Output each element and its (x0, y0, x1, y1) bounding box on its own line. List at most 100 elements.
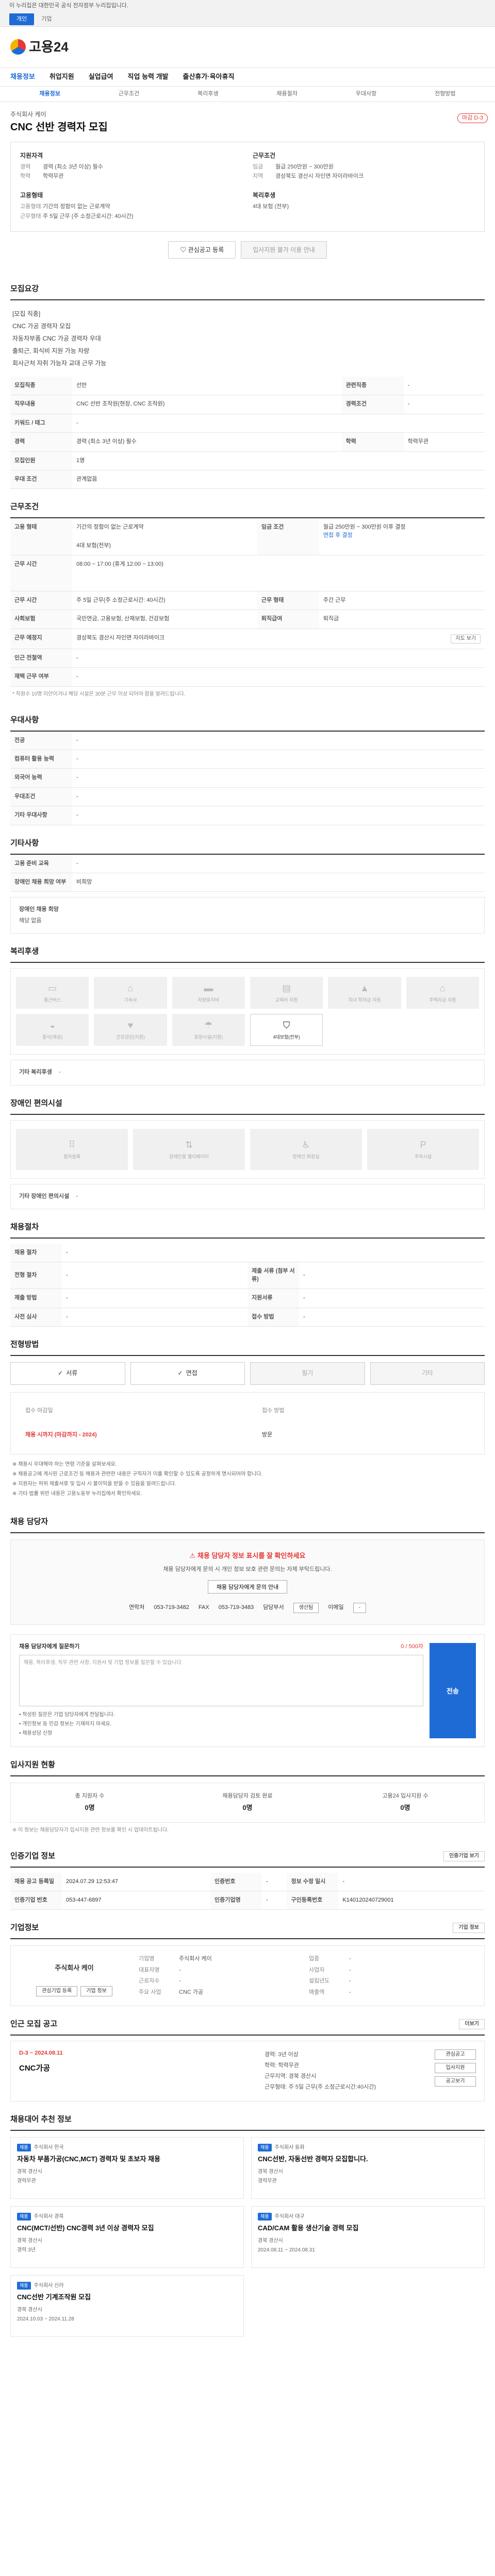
summary-conditions: 근무조건 임금 월급 250만원 ~ 300만원 지역 경상북도 경산시 자인면 자… (253, 151, 475, 182)
label: 근무형태 (20, 213, 41, 219)
welfare-other-value: - (58, 1069, 61, 1076)
title-row: 주식회사 케이 CNC 선반 경력자 모집 (10, 102, 485, 134)
value: 월급 250만원 ~ 300만원 (275, 163, 334, 170)
enterprise-logo: 주식회사 케이 (55, 1964, 94, 1972)
section-title-registration: 인증기업 정보 인증기업 보기 (10, 1838, 485, 1868)
dday-badge: 마감 D-3 (457, 113, 488, 124)
send-button[interactable]: 전송 (430, 1642, 476, 1739)
table-row: 기타 우대사항 - (10, 806, 485, 825)
cell: 제출 방법 (10, 1289, 62, 1308)
tab-personal[interactable]: 개인 (9, 13, 35, 26)
subnav-process[interactable]: 채용절차 (248, 90, 326, 98)
cell: 채용 공고 등록일 (10, 1872, 62, 1892)
facility-grid: ⠿ 점자블록 ⇅ 장애인용 엘리베이터 ♿ 장애인 화장실 P 주차시설 (10, 1120, 485, 1179)
table-row: 장애인 채용 희망 여부 비희망 (10, 873, 485, 892)
cell: - (62, 1243, 485, 1263)
recommend-title[interactable]: 자동차 부품가공(CNC,MCT) 경력자 및 초보자 채용 (17, 2155, 237, 2164)
table-row: 재택 근무 여부 - (10, 667, 485, 687)
fax-label: FAX (198, 1604, 209, 1611)
interest-button[interactable]: ♡ 관심공고 등록 (168, 241, 236, 259)
recommend-company: 주식회사 신라 (34, 2282, 64, 2289)
recommend-card[interactable]: 채용 주식회사 한국 자동차 부품가공(CNC,MCT) 경력자 및 초보자 채용… (10, 2137, 244, 2199)
nav-item-jobs[interactable]: 채용정보 (10, 72, 35, 81)
cell: 모집인원 (10, 451, 72, 470)
facility-label: 장애인용 엘리베이터 (169, 1154, 209, 1159)
subnav-preference[interactable]: 우대사항 (326, 90, 405, 98)
section-title-enterprise: 기업정보 기업 정보 (10, 1910, 485, 1940)
method-label: 기타 (421, 1369, 433, 1377)
section-title-nearby: 인근 모집 공고 더보기 (10, 2006, 485, 2036)
nearby-job-card[interactable]: D-3 ~ 2024.08.11 CNC가공 경력: 3년 이상 학력: 학력무… (10, 2041, 485, 2102)
label: 업종 (309, 1956, 320, 1962)
gov-banner: 이 누리집은 대한민국 공식 전자정부 누리집입니다. (0, 0, 495, 12)
cell: 우대조건 (10, 787, 72, 807)
recommend-company: 주식회사 동화 (274, 2144, 305, 2150)
recommend-tag: 채용 (258, 2143, 272, 2151)
value: CNC 가공 (179, 1989, 204, 1995)
job-card-title[interactable]: CNC가공 (19, 2063, 254, 2074)
registration-button[interactable]: 인증기업 보기 (443, 1851, 485, 1861)
value: - (179, 1967, 181, 1973)
summary-form-title: 고용형태 (20, 192, 43, 199)
meta-line: 경북 경산시 (17, 2168, 42, 2175)
cell: 채용 절차 (10, 1243, 62, 1263)
job-card-dday: D-3 ~ 2024.08.11 (19, 2050, 63, 2057)
job-card-view-button[interactable]: 공고보기 (435, 2076, 476, 2087)
recommend-title[interactable]: CAD/CAM 활용 생산기술 경력 모집 (258, 2224, 478, 2233)
meta-line: 경력 3년 (17, 2247, 36, 2253)
recommend-card[interactable]: 채용 주식회사 신라 CNC선반 기계조작원 모집 경북 경산시 2024.10.0… (10, 2275, 244, 2337)
inquiry-left: 채용 담당자에게 질문하기 0 / 500자 채용, 복리후생, 직무 관련 사… (19, 1643, 423, 1738)
cell: 고용 형태 (10, 518, 72, 556)
value: 주 5일 근무 (주 소정근로시간: 40시간) (43, 213, 134, 219)
tab-company[interactable]: 기업 (34, 13, 59, 25)
enterprise-button[interactable]: 기업 정보 (453, 1923, 485, 1934)
stat-label: 고용24 입사지원 수 (382, 1793, 428, 1800)
subnav-recruit[interactable]: 채용정보 (10, 90, 89, 98)
subnav-welfare[interactable]: 복리후생 (169, 90, 248, 98)
apply-button[interactable]: 입사지원 불가 이용 안내 (241, 241, 327, 259)
facility-other-value: - (76, 1193, 78, 1199)
nav-item-support[interactable]: 취업지원 (50, 72, 74, 81)
table-row: 키워드 / 태그 - (10, 414, 485, 433)
recommend-title[interactable]: CNC선반 기계조작원 모집 (17, 2293, 237, 2302)
desc-line: [모집 직종] (12, 310, 41, 317)
recommend-grid: 채용 주식회사 한국 자동차 부품가공(CNC,MCT) 경력자 및 초보자 채용… (10, 2137, 485, 2337)
table-row: 모집직종 선반 관련직종 - (10, 376, 485, 396)
value: - (349, 1967, 351, 1973)
recommend-card[interactable]: 채용 주식회사 동화 CNC선반, 자동선반 경력자 모집합니다. 경북 경산시 경… (251, 2137, 485, 2199)
conditions-table: 고용 형태 기간의 정함이 없는 근로계약 4대 보험(전부) 임금 조건 월급 … (10, 518, 485, 687)
nav-item-training[interactable]: 직업 능력 개발 (128, 72, 169, 81)
welfare-card: ▤ 교육비 지원 (250, 977, 323, 1009)
table-row: 채용 공고 등록일 2024.07.29 12:53:47 인증번호 - 정보 수정 일… (10, 1872, 485, 1892)
nearby-more-button[interactable]: 더보기 (459, 2019, 485, 2030)
enterprise-info-button[interactable]: 기업 정보 (80, 1986, 112, 1997)
enterprise-grid: 기업명 주식회사 케이 업종 - 대표자명 - 사업자 - 근로자수 - 설립년도 - 주요 사업… (139, 1955, 475, 1996)
recommend-title[interactable]: CNC선반, 자동선반 경력자 모집합니다. (258, 2155, 478, 2164)
cell: - (72, 667, 485, 687)
cell: - (299, 1308, 485, 1327)
notice-button[interactable]: 채용 담당자에게 문의 안내 (207, 1580, 288, 1594)
cell: 키워드 / 태그 (10, 414, 72, 433)
inquiry-textarea[interactable]: 채용, 복리후생, 직무 관련 사항, 지원서 및 기업 정보를 질문할 수 있… (19, 1655, 423, 1707)
cell: - (72, 414, 485, 433)
pay-link[interactable]: 면접 후 결정 (323, 532, 481, 539)
summary-cond-title: 근무조건 (253, 151, 276, 159)
recommend-card[interactable]: 채용 주식회사 대구 CAD/CAM 활용 생산기술 경력 모집 경북 경산시 20… (251, 2206, 485, 2268)
recommend-title[interactable]: CNC(MCT/선반) CNC경력 3년 이상 경력자 모집 (17, 2224, 237, 2233)
recommend-card[interactable]: 채용 주식회사 경북 CNC(MCT/선반) CNC경력 3년 이상 경력자 모집… (10, 2206, 244, 2268)
map-button[interactable]: 지도 보기 (451, 634, 481, 643)
logo[interactable]: 고용24 (10, 38, 69, 56)
cap-icon: ▲ (360, 983, 369, 994)
recommend-tag: 채용 (17, 2212, 31, 2221)
subnav-method[interactable]: 전형방법 (406, 90, 485, 98)
nav-item-leave[interactable]: 출산휴가·육아휴직 (183, 72, 235, 81)
job-card-apply-button[interactable]: 입사지원 (435, 2063, 476, 2074)
stat-value: 0명 (400, 1804, 410, 1812)
enterprise-interest-button[interactable]: 관심기업 등록 (36, 1986, 78, 1997)
subnav-conditions[interactable]: 근무조건 (89, 90, 168, 98)
nav-item-unemployment[interactable]: 실업급여 (89, 72, 113, 81)
inquiry-note[interactable]: • 채용상담 신청 (19, 1729, 423, 1738)
inquiry-note: • 작성된 질문은 기업 담당자에게 전달됩니다. (19, 1712, 115, 1718)
company-name[interactable]: 주식회사 케이 (10, 110, 485, 119)
job-card-interest-button[interactable]: 관심공고 (435, 2049, 476, 2060)
